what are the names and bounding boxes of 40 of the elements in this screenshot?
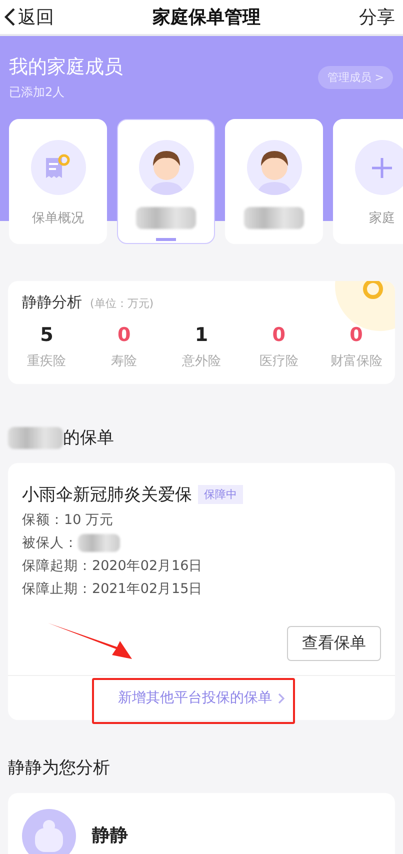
policy-field: 保障起期：2020年02月16日 [22,557,381,575]
stat-value: 0 [272,324,286,346]
section-title: 静静为您分析 [8,757,110,779]
field-label: 被保人： [22,534,78,552]
back-icon [4,7,16,27]
add-member-card[interactable]: 家庭 [333,119,403,244]
redacted-name [244,207,304,229]
stat-value: 0 [117,324,131,346]
policy-name: 小雨伞新冠肺炎关爱保 [22,484,192,506]
advisor-name: 静静 [92,824,128,848]
stat-label: 医疗险 [259,353,298,370]
section-title: 的保单 [63,427,114,449]
back-button[interactable]: 返回 [4,5,54,29]
chevron-icon [278,692,285,704]
unit-label: (单位：万元) [90,296,154,311]
plus-icon [371,156,393,178]
stat-label: 意外险 [182,353,221,370]
stat-value: 1 [194,324,208,346]
stat-label: 财富保险 [330,353,382,370]
stat-label: 寿险 [111,353,138,370]
member-label: 保单概况 [32,210,84,227]
member-card[interactable]: 保单概况 [9,119,107,244]
page-title: 家庭保单管理 [152,6,260,29]
member-card[interactable] [117,119,215,244]
manage-members-button[interactable]: 管理成员 > [318,66,393,89]
share-button[interactable]: 分享 [359,5,395,29]
stat-label: 重疾险 [27,353,66,370]
view-policy-button[interactable]: 查看保单 [287,626,381,661]
policy-field: 保障止期：2021年02月15日 [22,580,381,598]
policy-field: 保额：10 万元 [22,511,381,529]
status-tag: 保障中 [198,485,243,504]
stat-value: 5 [40,324,54,346]
redacted-name [136,207,196,229]
member-label: 家庭 [369,210,395,227]
analysis-title: 静静分析 [22,293,82,312]
add-policy-link[interactable]: 新增其他平台投保的保单 [118,689,285,707]
stat-value: 0 [350,324,363,346]
member-count: 已添加2人 [9,84,66,101]
redacted-name [8,426,63,448]
section-title: 我的家庭成员 [9,55,123,80]
